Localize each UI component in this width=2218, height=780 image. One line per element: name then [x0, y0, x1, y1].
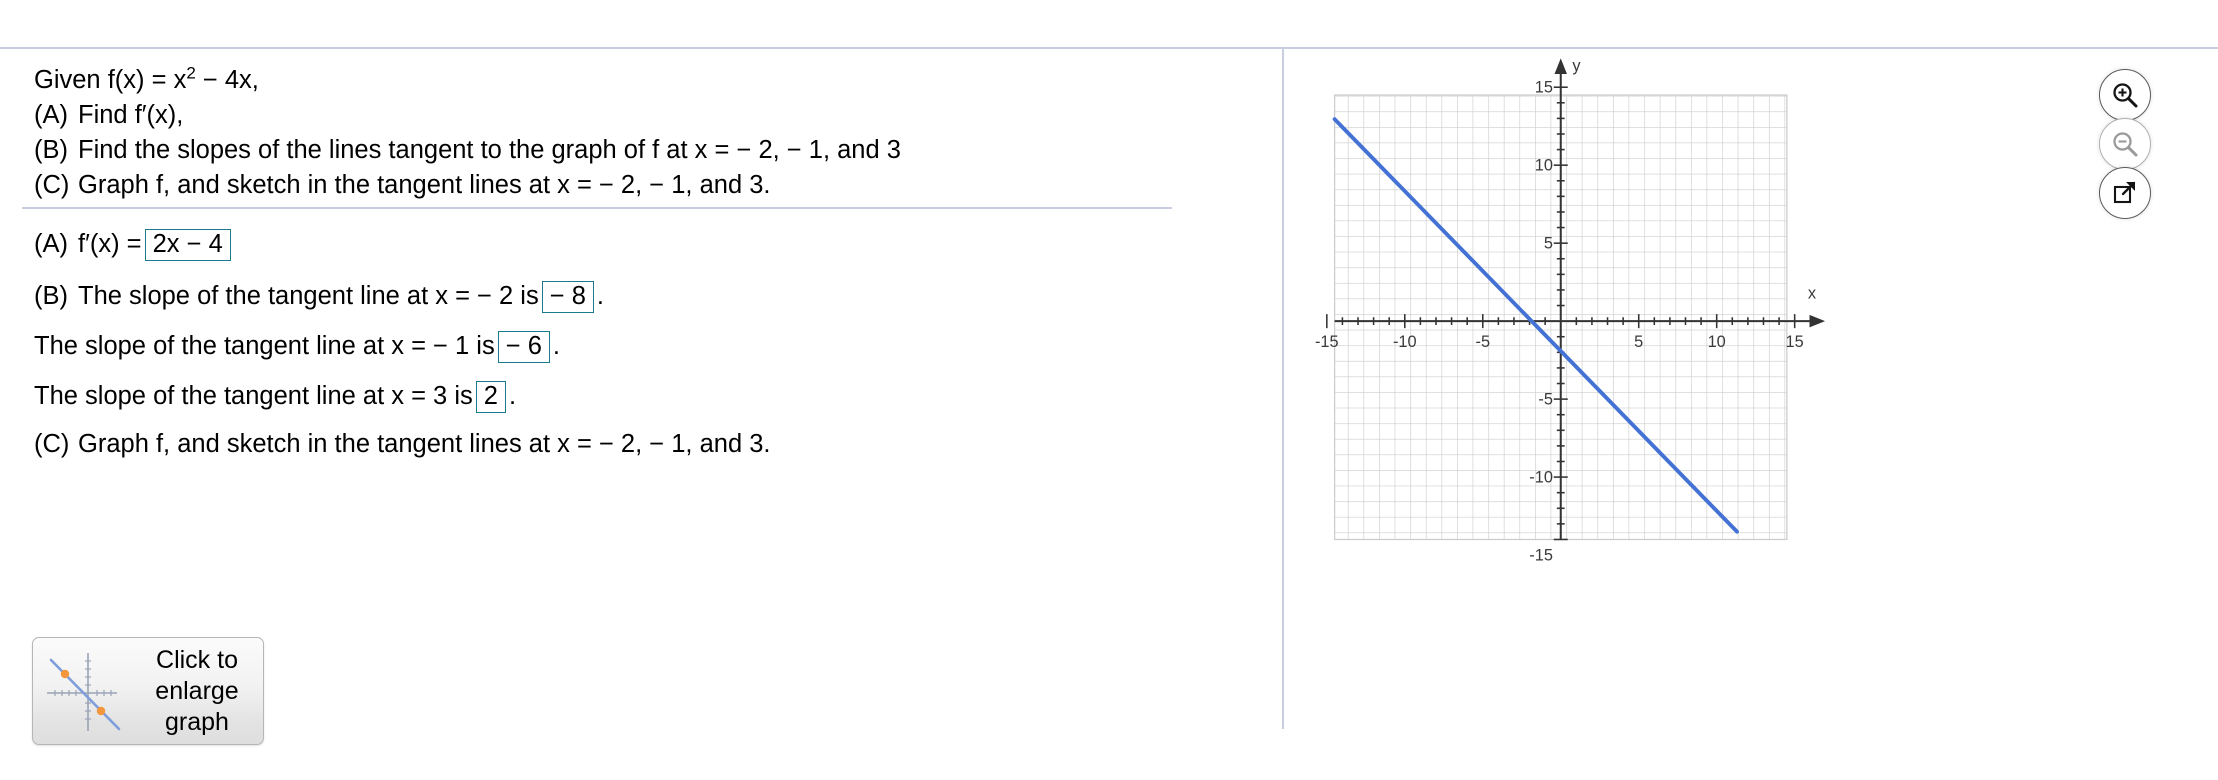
graph-thumbnail-svg [47, 653, 121, 731]
problem-panel: Given f(x) = x2 − 4x, (A) Find f′(x), (B)… [0, 49, 1282, 780]
xtick-label-neg15: -15 [1315, 333, 1339, 351]
answer-input-a[interactable]: 2x − 4 [144, 229, 231, 262]
problem-statement: Given f(x) = x2 − 4x, (A) Find f′(x), (B)… [34, 63, 1214, 203]
graph-container[interactable]: -15 -10 -5 5 10 15 15 10 5 -5 -10 -15 x … [1284, 49, 1984, 780]
answer-period-b2: . [552, 332, 560, 360]
xtick-label-5: 5 [1634, 333, 1643, 351]
answer-period-b3: . [508, 382, 517, 410]
stem-text-a: Find f′(x), [78, 101, 184, 129]
exercise-page: Given f(x) = x2 − 4x, (A) Find f′(x), (B)… [0, 0, 2218, 780]
answer-input-b2[interactable]: − 6 [497, 331, 550, 364]
answer-period-b1: . [596, 282, 604, 310]
ytick-label-neg15: -15 [1529, 547, 1553, 565]
enlarge-label-line3: graph [165, 707, 229, 736]
stem-line-a: (A) Find f′(x), [34, 98, 1214, 133]
stem-text-c: Graph f, and sketch in the tangent lines… [78, 171, 771, 199]
answer-row-c: (C) Graph f, and sketch in the tangent li… [34, 429, 771, 459]
stem-line-b: (B) Find the slopes of the lines tangent … [34, 133, 1214, 168]
y-axis-label: y [1572, 57, 1581, 75]
xtick-label-neg10: -10 [1393, 333, 1417, 351]
stem-line-0: Given f(x) = x2 − 4x, [34, 63, 1214, 98]
stem-label-a: (A) [34, 101, 68, 129]
answer-prompt-a: f′(x) = [78, 230, 142, 258]
open-in-new-window-button[interactable] [2099, 167, 2151, 219]
open-in-new-window-icon [2113, 181, 2136, 204]
answer-input-b3[interactable]: 2 [475, 381, 506, 414]
answer-label-a: (A) [34, 230, 68, 258]
stem-exponent: 2 [186, 63, 196, 83]
enlarge-label-line1: Click to [156, 645, 238, 674]
answer-prompt-b1: The slope of the tangent line at x = − 2… [78, 282, 539, 310]
xtick-label-15: 15 [1786, 333, 1804, 351]
answer-row-a: (A) f′(x) = 2x − 4 [34, 229, 234, 262]
answer-label-c: (C) [34, 430, 70, 458]
stem-label-c: (C) [34, 171, 70, 199]
zoom-in-icon [2113, 83, 2138, 108]
answer-input-b1[interactable]: − 8 [541, 281, 594, 314]
graph-panel: -15 -10 -5 5 10 15 15 10 5 -5 -10 -15 x … [1284, 49, 2218, 780]
answer-label-b: (B) [34, 282, 68, 310]
answer-prompt-b2: The slope of the tangent line at x = − 1… [34, 332, 495, 360]
answer-row-b2: The slope of the tangent line at x = − 1… [34, 331, 560, 364]
xtick-label-neg5: -5 [1475, 333, 1490, 351]
click-to-enlarge-graph-button[interactable]: Click to enlarge graph [32, 637, 264, 745]
answer-row-b1: (B) The slope of the tangent line at x = … [34, 281, 604, 314]
stem-given-tail: − 4x, [195, 66, 259, 94]
stem-label-b: (B) [34, 136, 68, 164]
stem-text-b: Find the slopes of the lines tangent to … [78, 136, 901, 164]
ytick-label-10: 10 [1535, 157, 1553, 175]
coordinate-plane[interactable]: -15 -10 -5 5 10 15 15 10 5 -5 -10 -15 x … [1284, 49, 1864, 619]
zoom-in-button[interactable] [2099, 69, 2151, 121]
stem-given-text: Given f(x) = x [34, 66, 187, 94]
x-axis-label: x [1808, 285, 1816, 303]
graph-thumbnail-icon [39, 645, 135, 737]
xtick-label-10: 10 [1708, 333, 1726, 351]
ytick-label-15: 15 [1535, 79, 1553, 97]
answer-prompt-b3: The slope of the tangent line at x = 3 i… [34, 382, 473, 410]
ytick-label-neg5: -5 [1538, 391, 1553, 409]
ytick-label-neg10: -10 [1529, 469, 1553, 487]
answer-row-b3: The slope of the tangent line at x = 3 i… [34, 381, 517, 414]
enlarge-button-label: Click to enlarge graph [135, 645, 259, 738]
enlarge-label-line2: enlarge [155, 676, 239, 705]
section-divider [22, 207, 1172, 209]
zoom-out-button[interactable] [2099, 118, 2151, 170]
ytick-label-5: 5 [1544, 235, 1553, 253]
stem-line-c: (C) Graph f, and sketch in the tangent li… [34, 168, 1214, 203]
zoom-out-icon [2113, 132, 2138, 157]
answer-prompt-c: Graph f, and sketch in the tangent lines… [78, 430, 771, 458]
